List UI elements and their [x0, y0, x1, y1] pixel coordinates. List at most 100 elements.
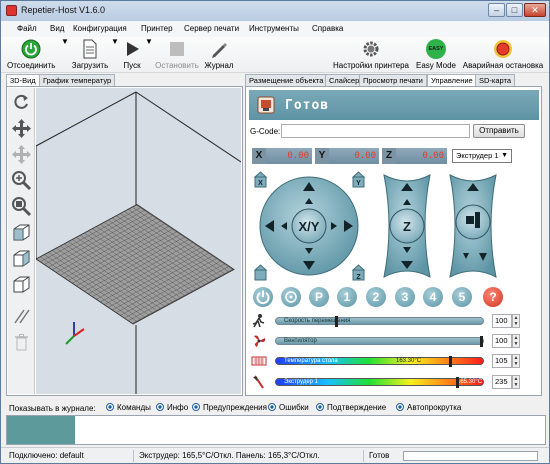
load-dropdown-icon[interactable]: ▼ — [111, 37, 119, 46]
stop-label: Остановить — [155, 61, 199, 70]
load-button[interactable]: Загрузить — [69, 39, 111, 70]
log-filter-bar: Показывать в журнале: Команды Инфо Преду… — [6, 401, 543, 415]
speed-slider[interactable]: Скорость перемещения — [275, 316, 484, 327]
fan-icon — [254, 335, 266, 347]
tab-slicer[interactable]: Слайсер — [325, 74, 364, 86]
view-iso-icon[interactable] — [11, 222, 32, 243]
bed-temp-reading: 163.30°C — [396, 358, 422, 364]
speed-spinner[interactable]: ▲ ▼ — [512, 314, 520, 328]
menu-print-server[interactable]: Сервер печати — [184, 24, 239, 33]
extruder-jog-pad[interactable] — [448, 173, 498, 279]
power-toggle-icon[interactable] — [253, 287, 273, 307]
disconnect-label: Отсоединить — [7, 61, 56, 70]
fan-spinner[interactable]: ▲ ▼ — [512, 334, 520, 348]
zoom-in-icon[interactable] — [11, 170, 32, 191]
gcode-label: G-Code: — [250, 127, 281, 136]
speed-slider-label: Скорость перемещения — [284, 318, 351, 324]
reset-view-icon[interactable] — [11, 92, 32, 113]
chevron-down-icon: ▼ — [501, 152, 508, 159]
menu-help[interactable]: Справка — [312, 24, 343, 33]
stop-button[interactable]: Остановить — [155, 39, 199, 70]
view-front-icon[interactable] — [11, 248, 32, 269]
extruder-temp-slider-thumb[interactable] — [456, 377, 459, 388]
status-separator — [363, 450, 364, 462]
extruder-temp-spinner[interactable]: ▲ ▼ — [512, 375, 520, 389]
maximize-button[interactable]: □ — [506, 3, 523, 17]
x-axis-label: X — [252, 148, 266, 164]
close-button[interactable]: ✕ — [524, 3, 546, 17]
easy-mode-icon: EASY — [426, 39, 446, 59]
tab-print-preview[interactable]: Просмотр печати — [359, 74, 427, 86]
checkbox-checked-icon — [316, 403, 324, 411]
menu-file[interactable]: Файл — [17, 24, 37, 33]
fan-toggle-icon[interactable] — [281, 287, 301, 307]
extruder-temp-slider[interactable]: Экструдер 1 165.30°C — [275, 377, 484, 388]
bed-temp-slider[interactable]: Температура стола 163.30°C — [275, 356, 484, 367]
home-y-badge: Y — [356, 180, 361, 187]
printer-settings-button[interactable]: Настройки принтера — [331, 39, 411, 70]
bed-temp-value[interactable]: 105 — [492, 354, 512, 368]
tab-object-placement[interactable]: Размещение объекта — [245, 74, 328, 86]
toolbar: Отсоединить ▼ Загрузить ▼ Пуск ▼ Останов… — [1, 37, 549, 73]
view-top-icon[interactable] — [11, 274, 32, 295]
gcode-input[interactable] — [281, 124, 470, 138]
checkbox-checked-icon — [396, 403, 404, 411]
minimize-button[interactable]: – — [488, 3, 505, 17]
log-option-ack[interactable]: Подтверждение — [316, 403, 386, 412]
extruder-temp-value[interactable]: 235 — [492, 375, 512, 389]
disconnect-dropdown-icon[interactable]: ▼ — [61, 37, 69, 46]
log-option-autoscroll[interactable]: Автопрокрутка — [396, 403, 461, 412]
disconnect-button[interactable]: Отсоединить — [7, 39, 55, 70]
xy-jog-pad[interactable]: X/Y X Y Z — [252, 170, 370, 282]
3d-viewport[interactable] — [35, 88, 242, 394]
fan-value[interactable]: 100 — [492, 334, 512, 348]
menu-view[interactable]: Вид — [50, 24, 64, 33]
bed-temp-slider-thumb[interactable] — [449, 356, 452, 367]
help-button[interactable]: ? — [483, 287, 503, 307]
slice-lines-icon[interactable] — [11, 306, 32, 327]
move-object-icon[interactable] — [11, 144, 32, 165]
fan-slider-label: Вентилятор — [284, 338, 317, 344]
run-dropdown-icon[interactable]: ▼ — [145, 37, 153, 46]
menu-config[interactable]: Конфигурация — [73, 24, 127, 33]
title-bar: Repetier-Host V1.6.0 – □ ✕ — [1, 1, 549, 21]
log-option-info[interactable]: Инфо — [156, 403, 188, 412]
function-button-2[interactable]: 2 — [366, 287, 386, 307]
function-button-1[interactable]: 1 — [337, 287, 357, 307]
bed-temp-slider-label: Температура стола — [284, 358, 338, 364]
move-icon[interactable] — [11, 118, 32, 139]
log-option-commands[interactable]: Команды — [106, 403, 151, 412]
emergency-stop-button[interactable]: Аварийная остановка — [461, 39, 545, 70]
extruder-select[interactable]: Экструдер 1 ▼ — [452, 149, 512, 163]
function-button-3[interactable]: 3 — [395, 287, 415, 307]
speed-slider-thumb[interactable] — [335, 316, 338, 327]
y-position-value: 0.00 — [329, 148, 379, 164]
menu-tools[interactable]: Инструменты — [249, 24, 299, 33]
run-label: Пуск — [123, 61, 141, 70]
log-filter-label: Показывать в журнале: — [9, 404, 96, 413]
park-button[interactable]: P — [309, 287, 329, 307]
y-axis-label: Y — [315, 148, 329, 164]
fan-slider-thumb[interactable] — [480, 336, 483, 347]
zoom-fit-icon[interactable] — [11, 196, 32, 217]
tab-sd-card[interactable]: SD-карта — [475, 74, 516, 86]
document-icon — [80, 39, 100, 59]
function-button-4[interactable]: 4 — [423, 287, 443, 307]
function-button-5[interactable]: 5 — [452, 287, 472, 307]
log-area[interactable] — [6, 415, 546, 445]
menu-printer[interactable]: Принтер — [141, 24, 173, 33]
log-option-errors[interactable]: Ошибки — [268, 403, 309, 412]
speed-value[interactable]: 100 — [492, 314, 512, 328]
run-button[interactable]: Пуск — [119, 39, 145, 70]
easy-mode-button[interactable]: EASY Easy Mode — [413, 39, 459, 70]
z-jog-pad[interactable]: Z — [382, 173, 432, 279]
runner-icon — [252, 314, 265, 328]
fan-slider[interactable]: Вентилятор — [275, 336, 484, 347]
log-option-warnings[interactable]: Предупреждения — [192, 403, 267, 412]
bed-temp-spinner[interactable]: ▲ ▼ — [512, 354, 520, 368]
trash-icon[interactable] — [11, 332, 32, 353]
power-icon — [21, 39, 41, 59]
log-button[interactable]: Журнал — [203, 39, 235, 70]
tab-temperature-graph[interactable]: График температур — [39, 74, 116, 86]
send-button[interactable]: Отправить — [473, 124, 525, 138]
